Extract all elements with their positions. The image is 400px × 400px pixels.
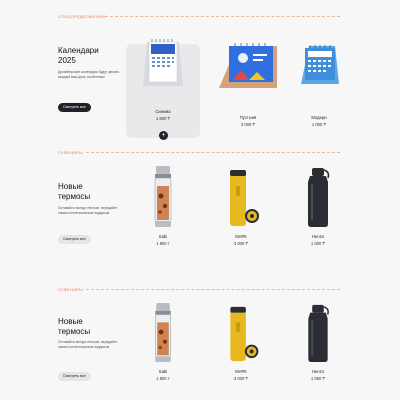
product-price: 3 000 ₸ — [233, 241, 249, 246]
product-price: 1 800 т — [156, 241, 170, 246]
product-price: 1 000 ₸ — [311, 122, 327, 127]
calendar-modern-image — [284, 40, 354, 88]
section-label: СПЕЦПРЕДЛОЖЕНИЯ — [58, 14, 106, 19]
product-card[interactable]: Sabi 1 800 т — [128, 166, 198, 266]
section-thermoses-2: СУВЕНИРЫ Новые термосы Оставайся всегда … — [0, 287, 400, 400]
product-name: Sabi — [158, 234, 168, 239]
calendar-desert-image — [213, 40, 283, 92]
view-all-button[interactable]: Смотреть все — [58, 103, 91, 112]
section-calendars: СПЕЦПРЕДЛОЖЕНИЯ Календари 2025 Дизайнерс… — [0, 14, 400, 140]
product-card[interactable]: Модерн 1 000 ₸ — [284, 34, 354, 129]
product-price: 1 000 ₸ — [310, 241, 326, 246]
product-price: 1 050 ₸ — [310, 376, 326, 381]
product-name: Henzo — [311, 234, 325, 239]
product-card[interactable]: МАРК 3 000 ₸ — [206, 303, 276, 400]
thermos-mark-image — [206, 303, 276, 363]
calendar-cinema-image — [128, 34, 198, 90]
promo-description: Оставайся всегда теплым, передайте своим… — [58, 340, 118, 349]
thermos-sabi-image — [128, 166, 198, 228]
section-divider — [105, 16, 340, 17]
promo-title: Новые термосы — [58, 317, 91, 336]
product-name: Sabi — [158, 369, 168, 374]
thermos-henzo-image — [283, 303, 353, 363]
product-name: Henzo — [311, 369, 325, 374]
product-name: Модерн — [311, 115, 327, 120]
thermos-mark-image — [206, 166, 276, 228]
product-name: Пустыня — [239, 115, 257, 120]
product-price: 3 000 ₸ — [233, 376, 249, 381]
product-card[interactable]: Пустыня 3 000 ₸ — [213, 34, 283, 129]
promo-description: Оставайся всегда теплым, передайте своим… — [58, 206, 118, 215]
section-thermoses: СУВЕНИРЫ Новые термосы Оставайся всегда … — [0, 150, 400, 265]
product-name: Синема — [155, 109, 171, 114]
product-card[interactable]: МАРК 3 000 ₸ — [206, 166, 276, 266]
product-card[interactable]: Henzo 1 000 ₸ — [283, 166, 353, 266]
view-all-button[interactable]: Смотреть все — [58, 235, 91, 244]
promo-description: Дизайнерские календари будут делать кажд… — [58, 70, 120, 79]
section-divider — [86, 152, 340, 153]
product-card[interactable]: Sabi 1 800 т — [128, 303, 198, 400]
product-card[interactable]: Синема 1 800 ₸ — [128, 34, 198, 129]
product-price: 3 000 ₸ — [240, 122, 256, 127]
thermos-henzo-image — [283, 166, 353, 228]
thermos-sabi-image — [128, 303, 198, 363]
promo-title: Календари 2025 — [58, 46, 99, 65]
view-all-button[interactable]: Смотреть все — [58, 372, 91, 381]
product-name: МАРК — [235, 369, 247, 374]
section-label: СУВЕНИРЫ — [58, 150, 84, 155]
product-name: МАРК — [235, 234, 247, 239]
product-price: 1 800 ₸ — [155, 116, 171, 121]
section-divider — [86, 289, 340, 290]
product-card[interactable]: Henzo 1 050 ₸ — [283, 303, 353, 400]
section-label: СУВЕНИРЫ — [58, 287, 84, 292]
add-to-cart-button[interactable]: + — [159, 131, 168, 140]
product-price: 1 800 т — [156, 376, 170, 381]
promo-title: Новые термосы — [58, 182, 91, 201]
